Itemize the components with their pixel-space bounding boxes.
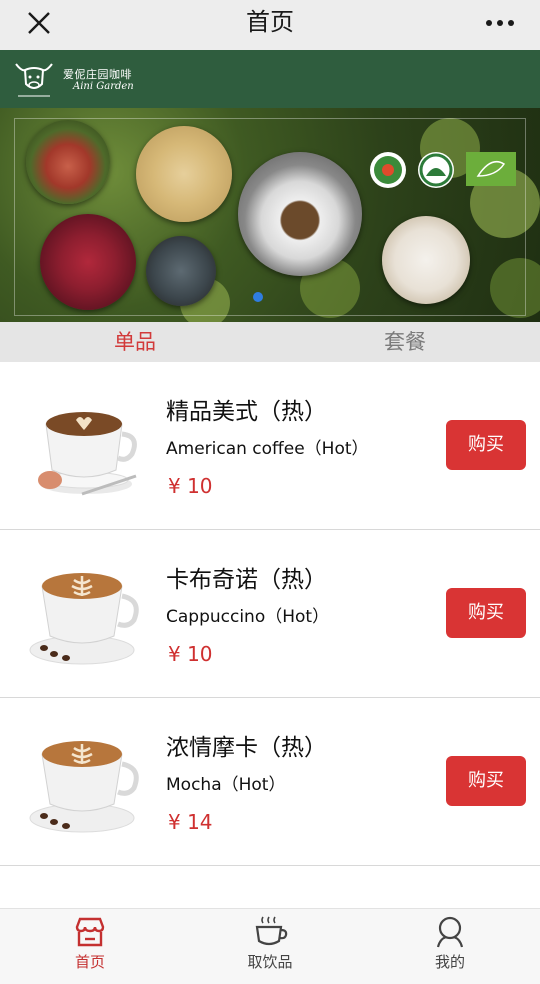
nav-pickup[interactable]: 取饮品 bbox=[180, 909, 360, 979]
page: 首页 爱伲庄园咖啡 Aini Garden 单品 套餐 精品美式（热） Amer… bbox=[0, 0, 540, 984]
product-item[interactable]: 卡布奇诺（热） Cappuccino（Hot） ¥ 10 购买 bbox=[0, 530, 540, 698]
nav-pickup-label: 取饮品 bbox=[247, 953, 293, 971]
tab-single-items[interactable]: 单品 bbox=[0, 322, 270, 362]
product-name-en: Mocha（Hot） bbox=[166, 775, 286, 795]
brand-name-en: Aini Garden bbox=[73, 81, 134, 92]
nav-home[interactable]: 首页 bbox=[0, 909, 180, 979]
product-price: ¥ 14 bbox=[168, 810, 213, 834]
product-price: ¥ 10 bbox=[168, 474, 213, 498]
mocha-cup-icon bbox=[29, 741, 139, 833]
brand-header: 爱伲庄园咖啡 Aini Garden bbox=[0, 50, 540, 108]
nav-mine-label: 我的 bbox=[434, 953, 465, 971]
product-name: 浓情摩卡（热） bbox=[166, 735, 327, 761]
nav-mine[interactable]: 我的 bbox=[360, 909, 540, 979]
product-item[interactable]: 浓情摩卡（热） Mocha（Hot） ¥ 14 购买 bbox=[0, 698, 540, 866]
banner-frame bbox=[14, 118, 526, 316]
buy-button[interactable]: 购买 bbox=[446, 588, 526, 638]
page-title: 首页 bbox=[246, 8, 294, 36]
more-icon[interactable] bbox=[484, 8, 516, 38]
buy-button[interactable]: 购买 bbox=[446, 756, 526, 806]
nav-home-label: 首页 bbox=[74, 953, 105, 971]
product-item[interactable]: 精品美式（热） American coffee（Hot） ¥ 10 购买 bbox=[0, 362, 540, 530]
top-bar: 首页 bbox=[0, 0, 540, 50]
product-name: 卡布奇诺（热） bbox=[166, 567, 327, 593]
product-name: 精品美式（热） bbox=[166, 399, 327, 425]
store-icon bbox=[75, 917, 105, 947]
product-name-en: Cappuccino（Hot） bbox=[166, 607, 330, 627]
brand-name-cn: 爱伲庄园咖啡 bbox=[63, 68, 132, 81]
product-price: ¥ 10 bbox=[168, 642, 213, 666]
product-name-en: American coffee（Hot） bbox=[166, 439, 369, 459]
buy-button[interactable]: 购买 bbox=[446, 420, 526, 470]
cow-logo-icon bbox=[15, 63, 53, 97]
coffee-cup-icon bbox=[255, 916, 288, 946]
bottom-nav: 首页 取饮品 我的 bbox=[0, 908, 540, 984]
user-icon bbox=[436, 916, 464, 948]
promo-banner[interactable] bbox=[0, 108, 540, 322]
carousel-indicator-dot[interactable] bbox=[253, 292, 263, 302]
cappuccino-cup-icon bbox=[29, 573, 139, 665]
americano-cup-icon bbox=[38, 412, 137, 496]
tab-combos[interactable]: 套餐 bbox=[270, 322, 540, 362]
category-tabs: 单品 套餐 bbox=[0, 322, 540, 362]
